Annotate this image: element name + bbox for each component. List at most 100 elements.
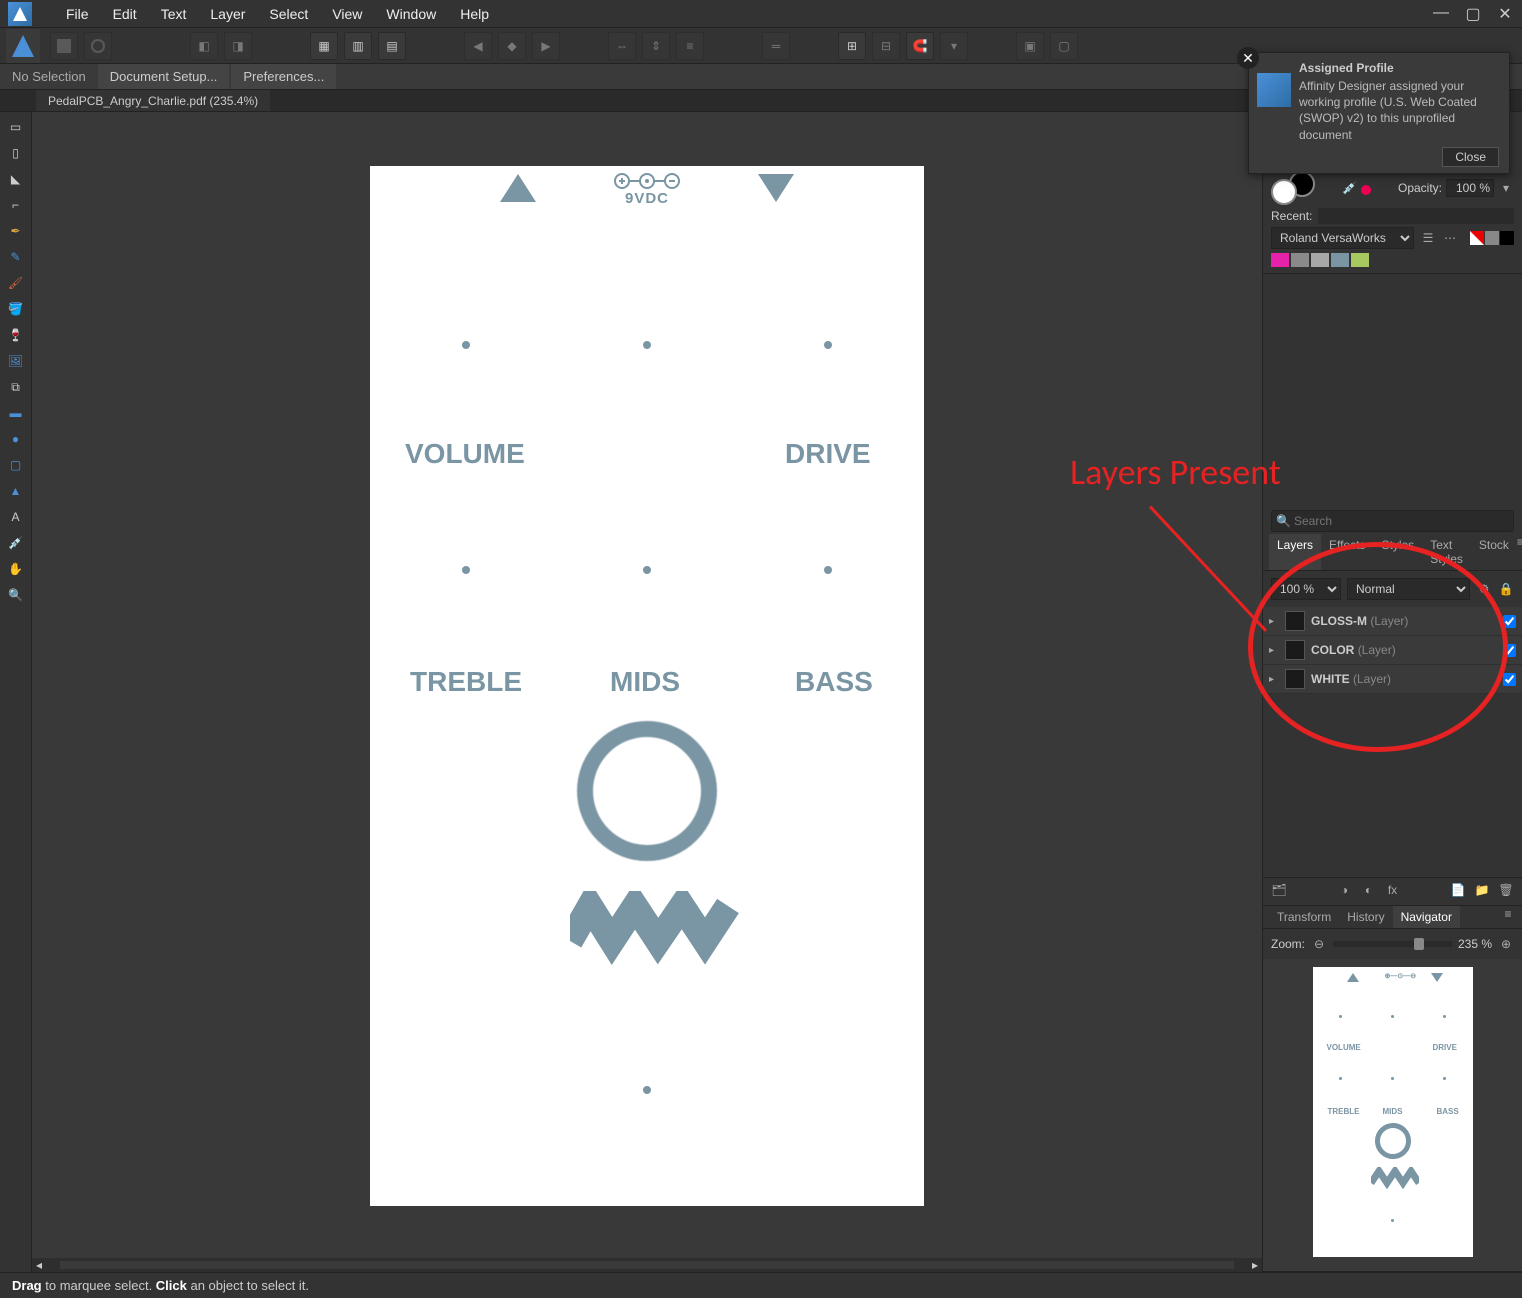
gray-swatch[interactable] — [1485, 231, 1499, 245]
brush-tool-icon[interactable]: 🖌 — [4, 272, 28, 294]
tab-styles[interactable]: Styles — [1374, 534, 1423, 570]
eyedropper-icon[interactable]: 💉 — [1342, 181, 1357, 195]
tab-history[interactable]: History — [1339, 906, 1392, 928]
triangle-tool-icon[interactable]: ▲ — [4, 480, 28, 502]
palette-list-icon[interactable]: ☰ — [1420, 230, 1436, 246]
space-h-icon[interactable]: ═ — [762, 32, 790, 60]
pen-tool-icon[interactable]: ✒ — [4, 220, 28, 242]
blend-mode-select[interactable]: Normal — [1347, 578, 1470, 600]
place-image-tool-icon[interactable]: 🖼 — [4, 350, 28, 372]
panel-menu-icon[interactable]: ≡ — [1517, 534, 1522, 550]
menu-file[interactable]: File — [54, 6, 101, 22]
tab-navigator[interactable]: Navigator — [1393, 906, 1460, 928]
gear-icon[interactable]: ⚙ — [1476, 581, 1492, 597]
none-swatch[interactable] — [1470, 231, 1484, 245]
menu-window[interactable]: Window — [374, 6, 448, 22]
node-tool-icon[interactable]: ◣ — [4, 168, 28, 190]
align-center-icon[interactable]: ◆ — [498, 32, 526, 60]
distribute-v-icon[interactable]: ⇕ — [642, 32, 670, 60]
fill-tool-icon[interactable]: 🪣 — [4, 298, 28, 320]
guides-toggle-icon[interactable]: ⊟ — [872, 32, 900, 60]
menu-help[interactable]: Help — [448, 6, 501, 22]
layers-stack-icon[interactable]: 🗂 — [1271, 882, 1287, 898]
layer-visible-checkbox[interactable] — [1503, 644, 1516, 657]
mask-icon[interactable]: ◑ — [1337, 882, 1353, 898]
lock-icon[interactable]: 🔒 — [1498, 581, 1514, 597]
adjustment-icon[interactable]: ◐ — [1361, 882, 1377, 898]
snap-grid-icon[interactable]: ▦ — [310, 32, 338, 60]
document-setup-button[interactable]: Document Setup... — [98, 64, 230, 89]
rectangle-tool-icon[interactable]: ▬ — [4, 402, 28, 424]
menu-layer[interactable]: Layer — [198, 6, 257, 22]
rounded-rect-tool-icon[interactable]: ▢ — [4, 454, 28, 476]
minimize-button[interactable]: — — [1432, 4, 1450, 24]
disclosure-icon[interactable]: ▸ — [1269, 616, 1279, 627]
corner-tool-icon[interactable]: ⌐ — [4, 194, 28, 216]
layer-visible-checkbox[interactable] — [1503, 673, 1516, 686]
opacity-input[interactable] — [1446, 179, 1494, 197]
menu-text[interactable]: Text — [149, 6, 199, 22]
swatch-4[interactable] — [1331, 253, 1349, 267]
delete-layer-icon[interactable]: 🗑 — [1498, 882, 1514, 898]
horizontal-scrollbar[interactable]: ◂▸ — [32, 1258, 1262, 1272]
artboard-tool-icon[interactable]: ▯ — [4, 142, 28, 164]
swatch-3[interactable] — [1311, 253, 1329, 267]
text-tool-icon[interactable]: A — [4, 506, 28, 528]
disclosure-icon[interactable]: ▸ — [1269, 674, 1279, 685]
black-swatch[interactable] — [1500, 231, 1514, 245]
snap-dropdown-icon[interactable]: ▾ — [940, 32, 968, 60]
fx-icon[interactable]: fx — [1385, 882, 1401, 898]
opacity-dropdown-icon[interactable]: ▾ — [1498, 180, 1514, 196]
color-picker-tool-icon[interactable]: 💉 — [4, 532, 28, 554]
grid-toggle-icon[interactable]: ⊞ — [838, 32, 866, 60]
maximize-button[interactable]: ▢ — [1464, 4, 1482, 24]
menu-select[interactable]: Select — [257, 6, 320, 22]
crop-tool-icon[interactable]: ⧉ — [4, 376, 28, 398]
close-button[interactable]: ✕ — [1496, 4, 1514, 24]
order-back-icon[interactable]: ▣ — [1016, 32, 1044, 60]
zoom-out-button[interactable]: ⊖ — [1311, 936, 1327, 952]
order-front-icon[interactable]: ▢ — [1050, 32, 1078, 60]
tab-stock[interactable]: Stock — [1471, 534, 1517, 570]
layer-row-white[interactable]: ▸ WHITE (Layer) — [1263, 665, 1522, 694]
zoom-tool-icon[interactable]: 🔍 — [4, 584, 28, 606]
toast-close-icon[interactable]: ✕ — [1237, 47, 1259, 69]
ellipse-tool-icon[interactable]: ● — [4, 428, 28, 450]
menu-edit[interactable]: Edit — [101, 6, 149, 22]
canvas-wrap[interactable]: 9VDC VOLUME DRIVE TREBLE MIDS BASS ◂▸ — [32, 112, 1262, 1272]
swatch-1[interactable] — [1271, 253, 1289, 267]
new-layer-icon[interactable]: 📄 — [1450, 882, 1466, 898]
layers-search-input[interactable] — [1271, 510, 1514, 532]
snap-guides-icon[interactable]: ▥ — [344, 32, 372, 60]
move-tool-icon[interactable]: ▭ — [4, 116, 28, 138]
toolbar-btn-1[interactable]: ◧ — [190, 32, 218, 60]
snap-toggle-icon[interactable]: 🧲 — [906, 32, 934, 60]
panel-menu-icon[interactable]: ≡ — [1500, 906, 1516, 922]
distribute-h-icon[interactable]: ⇔ — [608, 32, 636, 60]
navigator-preview[interactable]: ⊕—⊙—⊖ VOLUME DRIVE TREBLE MIDS BASS — [1263, 959, 1522, 1271]
palette-opts-icon[interactable]: ⋯ — [1442, 230, 1458, 246]
align-right-icon[interactable]: ▶ — [532, 32, 560, 60]
persona-pixel-icon[interactable] — [50, 32, 78, 60]
disclosure-icon[interactable]: ▸ — [1269, 645, 1279, 656]
zoom-slider[interactable] — [1333, 941, 1452, 947]
document-canvas[interactable]: 9VDC VOLUME DRIVE TREBLE MIDS BASS — [370, 166, 924, 1206]
layer-visible-checkbox[interactable] — [1503, 615, 1516, 628]
hand-tool-icon[interactable]: ✋ — [4, 558, 28, 580]
swatch-2[interactable] — [1291, 253, 1309, 267]
tab-transform[interactable]: Transform — [1269, 906, 1339, 928]
document-tab[interactable]: PedalPCB_Angry_Charlie.pdf (235.4%) — [36, 90, 270, 111]
tab-layers[interactable]: Layers — [1269, 534, 1321, 570]
preferences-button[interactable]: Preferences... — [231, 64, 336, 89]
pencil-tool-icon[interactable]: ✎ — [4, 246, 28, 268]
layer-row-gloss[interactable]: ▸ GLOSS-M (Layer) — [1263, 607, 1522, 636]
snap-objects-icon[interactable]: ▤ — [378, 32, 406, 60]
align-left-icon[interactable]: ◀ — [464, 32, 492, 60]
zoom-in-button[interactable]: ⊕ — [1498, 936, 1514, 952]
tab-text-styles[interactable]: Text Styles — [1422, 534, 1471, 570]
distribute-space-icon[interactable]: ≡ — [676, 32, 704, 60]
recent-swatches[interactable] — [1318, 208, 1514, 224]
persona-export-icon[interactable] — [84, 32, 112, 60]
color-wells[interactable] — [1271, 171, 1315, 205]
toolbar-btn-2[interactable]: ◨ — [224, 32, 252, 60]
